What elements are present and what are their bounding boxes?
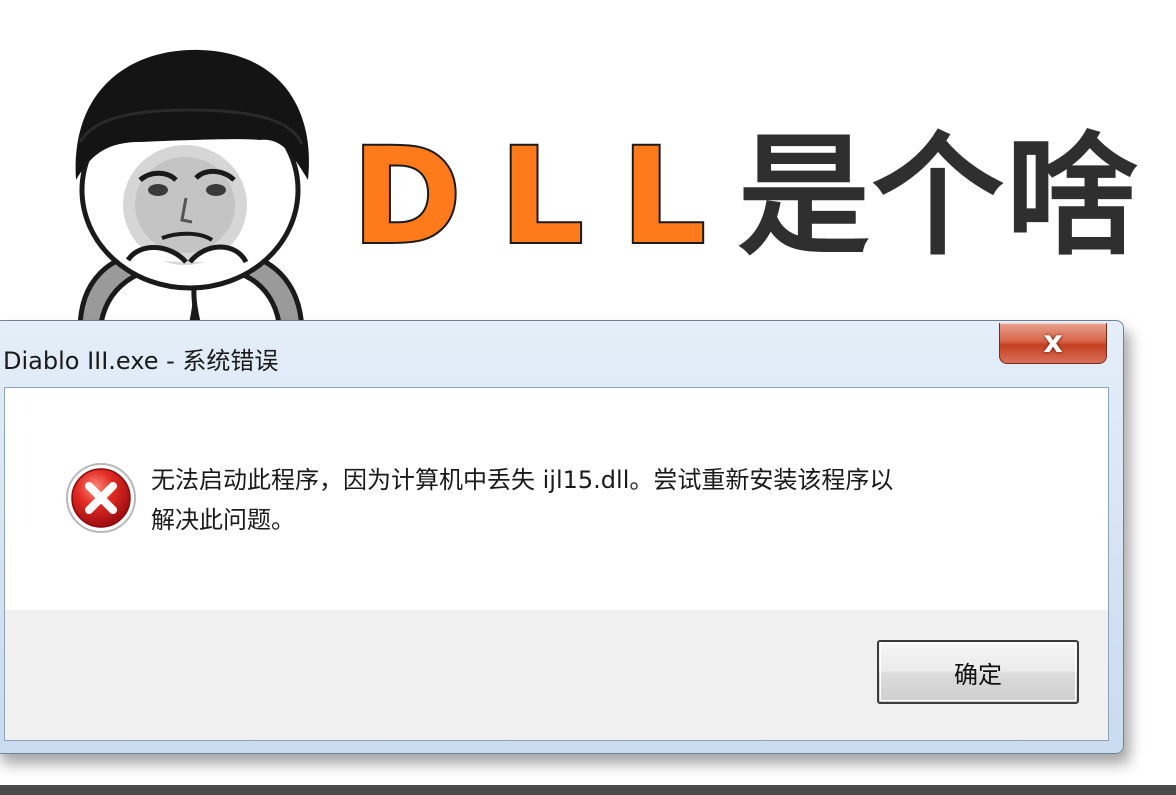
button-area: 确定 — [5, 610, 1108, 740]
meme-face-icon — [75, 49, 309, 330]
error-message-line-1: 无法启动此程序，因为计算机中丢失 ijl15.dll。尝试重新安装该程序以 — [151, 466, 894, 494]
dialog-title: Diablo III.exe - 系统错误 — [3, 347, 279, 375]
bottom-strip — [0, 785, 1176, 795]
message-area: 无法启动此程序，因为计算机中丢失 ijl15.dll。尝试重新安装该程序以 解决… — [5, 388, 1108, 610]
close-button[interactable]: x — [999, 323, 1107, 364]
headline-question: 是个啥 — [737, 120, 1140, 274]
error-icon — [66, 463, 136, 533]
error-dialog: Diablo III.exe - 系统错误 x 无法启动此程序，因为计算机中丢失… — [0, 320, 1124, 754]
dialog-titlebar[interactable]: Diablo III.exe - 系统错误 x — [0, 321, 1123, 387]
ok-button[interactable]: 确定 — [877, 640, 1079, 704]
error-message-line-2: 解决此问题。 — [151, 506, 295, 534]
error-message: 无法启动此程序，因为计算机中丢失 ijl15.dll。尝试重新安装该程序以 解决… — [151, 460, 1051, 540]
headline: DLL 是个啥 — [350, 112, 1140, 282]
ok-button-label: 确定 — [954, 660, 1002, 689]
close-icon: x — [1043, 325, 1063, 360]
headline-dll: DLL — [350, 120, 744, 274]
dialog-client-area: 无法启动此程序，因为计算机中丢失 ijl15.dll。尝试重新安装该程序以 解决… — [4, 387, 1109, 741]
